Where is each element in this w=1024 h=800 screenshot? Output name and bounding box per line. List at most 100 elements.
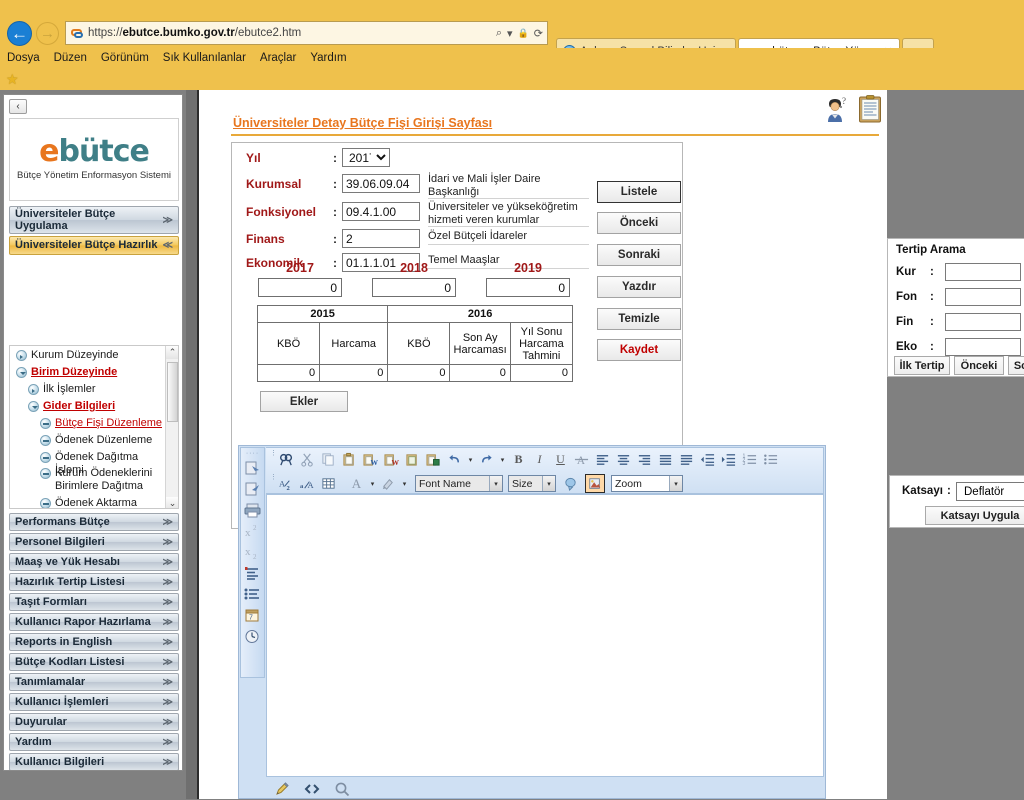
- align-center-icon[interactable]: [614, 450, 633, 469]
- paste-word-b-icon[interactable]: W: [382, 450, 401, 469]
- ilk-tertip-button[interactable]: İlk Tertip: [894, 356, 950, 375]
- leaf-node-icon[interactable]: [40, 498, 51, 508]
- refresh-icon[interactable]: ⟳: [534, 27, 543, 40]
- insert-date-icon[interactable]: 7: [243, 607, 262, 624]
- leaf-node-icon[interactable]: [40, 452, 51, 463]
- preview-magnifier-icon[interactable]: [334, 781, 350, 797]
- year-amount-2019[interactable]: [486, 278, 570, 297]
- sidebar-section-kullanici-bilgileri[interactable]: Kullanıcı Bilgileri ≫: [9, 753, 179, 770]
- subscript-a-icon[interactable]: A2: [277, 474, 296, 493]
- year-amount-2017[interactable]: [258, 278, 342, 297]
- katsayi-uygula-button[interactable]: Katsayı Uygula: [925, 506, 1024, 525]
- year-amount-2018[interactable]: [372, 278, 456, 297]
- sidebar-section-tanimlamalar[interactable]: Tanımlamalar ≫: [9, 673, 179, 691]
- kurumsal-input[interactable]: [342, 174, 420, 193]
- paste-special-icon[interactable]: [243, 460, 262, 477]
- clipboard-icon[interactable]: [858, 94, 884, 124]
- font-size-select[interactable]: Size ▾: [508, 475, 556, 492]
- expand-collapse-icon[interactable]: [16, 350, 27, 361]
- toolbar-grip[interactable]: ⋮: [270, 450, 277, 467]
- unordered-list-icon[interactable]: [761, 450, 780, 469]
- sidebar-section-universiteler-butce-hazirlik[interactable]: Üniversiteler Bütçe Hazırlık ≪: [9, 236, 179, 255]
- fon-input[interactable]: [945, 288, 1021, 306]
- highlight-icon[interactable]: [379, 474, 398, 493]
- find-icon[interactable]: [277, 450, 296, 469]
- editor-content-area[interactable]: [266, 494, 824, 777]
- superscript-a-icon[interactable]: aA: [298, 474, 317, 493]
- onceki-button[interactable]: Önceki: [597, 212, 681, 234]
- scrollbar-thumb[interactable]: [167, 362, 178, 422]
- sidebar-collapse-button[interactable]: ‹: [9, 99, 27, 114]
- leaf-node-icon[interactable]: [40, 418, 51, 429]
- back-button[interactable]: ←: [7, 21, 32, 46]
- listele-button[interactable]: Listele: [597, 181, 681, 203]
- sidebar-section-tasit-formlari[interactable]: Taşıt Formları ≫: [9, 593, 179, 611]
- sidebar-section-duyurular[interactable]: Duyurular ≫: [9, 713, 179, 731]
- star-icon[interactable]: ★: [6, 72, 20, 86]
- menu-item-duzen[interactable]: Düzen: [54, 52, 87, 64]
- paste-word-a-icon[interactable]: W: [361, 450, 380, 469]
- bulleted-paragraph-icon[interactable]: [243, 586, 262, 603]
- cut-icon[interactable]: [298, 450, 317, 469]
- tree-item-gider-bilgileri[interactable]: Gider Bilgileri: [28, 400, 168, 413]
- yazdir-button[interactable]: Yazdır: [597, 276, 681, 298]
- html-source-icon[interactable]: [304, 781, 320, 797]
- sidebar-section-kullanici-islemleri[interactable]: Kullanıcı İşlemleri ≫: [9, 693, 179, 711]
- sidebar-section-universiteler-butce-uygulama[interactable]: Üniversiteler Bütçe Uygulama ≫: [9, 206, 179, 234]
- font-color-dropdown-icon[interactable]: ▾: [368, 480, 377, 488]
- menu-item-yardim[interactable]: Yardım: [310, 52, 346, 64]
- justify-icon[interactable]: [656, 450, 675, 469]
- subscript-icon[interactable]: x 2: [243, 544, 262, 561]
- search-icon[interactable]: ⌕: [496, 27, 502, 40]
- katsayi-select[interactable]: Deflatör: [956, 482, 1024, 501]
- menu-item-sik-kullanilanlar[interactable]: Sık Kullanılanlar: [163, 52, 246, 64]
- leaf-node-icon[interactable]: [40, 468, 51, 479]
- font-color-icon[interactable]: A: [347, 474, 366, 493]
- sidebar-section-kullanici-rapor-hazirlama[interactable]: Kullanıcı Rapor Hazırlama ≫: [9, 613, 179, 631]
- print-icon[interactable]: [243, 502, 262, 519]
- insert-special-icon[interactable]: [585, 474, 605, 493]
- tertip-onceki-button[interactable]: Önceki: [954, 356, 1004, 375]
- insert-time-icon[interactable]: [243, 628, 262, 645]
- superscript-icon[interactable]: x 2: [243, 523, 262, 540]
- tree-item-kurum-duzeyinde[interactable]: Kurum Düzeyinde: [16, 349, 166, 362]
- scroll-down-icon[interactable]: ⌄: [166, 497, 178, 508]
- sidebar-section-butce-kodlari-listesi[interactable]: Bütçe Kodları Listesi ≫: [9, 653, 179, 671]
- italic-icon[interactable]: I: [530, 450, 549, 469]
- sidebar-section-hazirlik-tertip-listesi[interactable]: Hazırlık Tertip Listesi ≫: [9, 573, 179, 591]
- scroll-up-icon[interactable]: ⌃: [166, 346, 178, 359]
- leaf-node-icon[interactable]: [40, 435, 51, 446]
- kur-input[interactable]: [945, 263, 1021, 281]
- chevron-down-icon[interactable]: ▾: [542, 476, 555, 491]
- paste-plain-icon[interactable]: [403, 450, 422, 469]
- table-icon[interactable]: [319, 474, 338, 493]
- tree-item-butce-fisi-duzenleme[interactable]: Bütçe Fişi Düzenleme: [40, 417, 168, 430]
- menu-item-gorunum[interactable]: Görünüm: [101, 52, 149, 64]
- ordered-list-icon[interactable]: 123: [740, 450, 759, 469]
- indent-increase-icon[interactable]: [719, 450, 738, 469]
- kaydet-button[interactable]: Kaydet: [597, 339, 681, 361]
- tree-item-ilk-islemler[interactable]: İlk İşlemler: [28, 383, 168, 396]
- yil-select[interactable]: 2017: [342, 148, 390, 167]
- numbered-paragraph-icon[interactable]: [243, 565, 262, 582]
- finans-input[interactable]: [342, 229, 420, 248]
- menu-item-araclar[interactable]: Araçlar: [260, 52, 296, 64]
- tree-item-kurum-odeneklerini-birimlere-dagitma[interactable]: Kurum Ödeneklerini Birimlere Dağıtma: [40, 467, 160, 493]
- tree-item-birim-duzeyinde[interactable]: Birim Düzeyinde: [16, 366, 166, 379]
- fin-input[interactable]: [945, 313, 1021, 331]
- ekler-button[interactable]: Ekler: [260, 391, 348, 412]
- zoom-select[interactable]: Zoom ▾: [611, 475, 683, 492]
- toolbar-grip[interactable]: ····: [246, 450, 259, 457]
- sidebar-section-yardim[interactable]: Yardım ≫: [9, 733, 179, 751]
- copy-icon[interactable]: [319, 450, 338, 469]
- expand-collapse-icon[interactable]: [28, 401, 39, 412]
- strikethrough-icon[interactable]: A: [572, 450, 591, 469]
- undo-dropdown-icon[interactable]: ▾: [466, 456, 475, 464]
- font-name-select[interactable]: Font Name ▾: [415, 475, 503, 492]
- sonraki-button[interactable]: Sonraki: [597, 244, 681, 266]
- edit-pencil-icon[interactable]: [274, 781, 290, 797]
- eko-input[interactable]: [945, 338, 1021, 356]
- page-scrollbar[interactable]: [186, 90, 198, 799]
- align-right-icon[interactable]: [635, 450, 654, 469]
- chevron-down-icon[interactable]: ▾: [669, 476, 682, 491]
